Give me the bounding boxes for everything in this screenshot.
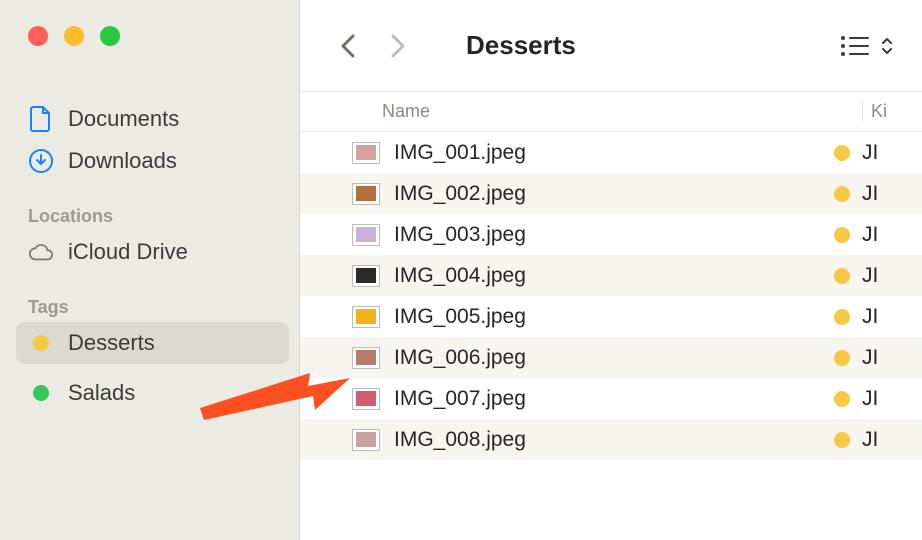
file-thumbnail-icon <box>352 347 380 369</box>
file-thumbnail-icon <box>352 224 380 246</box>
tag-dot-icon <box>834 391 850 407</box>
file-row[interactable]: IMG_006.jpeg JI <box>300 337 922 378</box>
file-kind: JI <box>862 305 892 329</box>
main-pane: Desserts Name Ki IMG_001.jpegJIIMG_002.j… <box>300 0 922 540</box>
file-row[interactable]: IMG_005.jpeg JI <box>300 296 922 337</box>
file-thumbnail-icon <box>352 306 380 328</box>
document-icon <box>28 106 54 132</box>
file-kind: JI <box>862 264 892 288</box>
sidebar-section-locations: Locations <box>16 182 289 231</box>
tag-dot-icon <box>834 145 850 161</box>
column-header-name[interactable]: Name <box>382 101 430 122</box>
file-kind: JI <box>862 428 892 452</box>
file-name: IMG_007.jpeg <box>394 387 526 411</box>
file-name: IMG_006.jpeg <box>394 346 526 370</box>
traffic-lights <box>28 26 120 46</box>
download-icon <box>28 148 54 174</box>
file-kind: JI <box>862 387 892 411</box>
chevron-left-icon <box>339 32 357 60</box>
finder-window: Documents Downloads Locations iCloud Dri… <box>0 0 922 540</box>
titlebar <box>0 0 299 72</box>
tag-dot-icon <box>834 227 850 243</box>
zoom-button[interactable] <box>100 26 120 46</box>
sidebar: Documents Downloads Locations iCloud Dri… <box>0 0 300 540</box>
sidebar-tag-salads[interactable]: Salads <box>16 372 289 414</box>
file-name: IMG_003.jpeg <box>394 223 526 247</box>
file-name: IMG_001.jpeg <box>394 141 526 165</box>
sidebar-item-label: Salads <box>68 380 135 406</box>
view-mode-button[interactable] <box>840 35 894 57</box>
file-kind: JI <box>862 141 892 165</box>
tag-dot-icon <box>834 186 850 202</box>
file-kind: JI <box>862 223 892 247</box>
file-kind: JI <box>862 346 892 370</box>
sidebar-item-label: iCloud Drive <box>68 239 188 265</box>
close-button[interactable] <box>28 26 48 46</box>
list-view-icon <box>840 35 870 57</box>
file-row[interactable]: IMG_003.jpeg JI <box>300 214 922 255</box>
sidebar-list: Documents Downloads Locations iCloud Dri… <box>0 72 299 414</box>
forward-button[interactable] <box>378 26 418 66</box>
file-thumbnail-icon <box>352 388 380 410</box>
column-header-row: Name Ki <box>300 92 922 132</box>
back-button[interactable] <box>328 26 368 66</box>
sidebar-item-downloads[interactable]: Downloads <box>16 140 289 182</box>
file-thumbnail-icon <box>352 142 380 164</box>
file-list: IMG_001.jpegJIIMG_002.jpegJIIMG_003.jpeg… <box>300 132 922 460</box>
cloud-icon <box>28 239 54 265</box>
toolbar: Desserts <box>300 0 922 92</box>
file-name: IMG_002.jpeg <box>394 182 526 206</box>
file-thumbnail-icon <box>352 429 380 451</box>
file-row[interactable]: IMG_001.jpeg JI <box>300 132 922 173</box>
file-row[interactable]: IMG_008.jpeg JI <box>300 419 922 460</box>
file-name: IMG_004.jpeg <box>394 264 526 288</box>
file-name: IMG_005.jpeg <box>394 305 526 329</box>
sidebar-item-documents[interactable]: Documents <box>16 98 289 140</box>
file-thumbnail-icon <box>352 183 380 205</box>
file-kind: JI <box>862 182 892 206</box>
tag-dot-icon <box>834 350 850 366</box>
sidebar-tag-desserts[interactable]: Desserts <box>16 322 289 364</box>
tag-dot-icon <box>834 268 850 284</box>
window-title: Desserts <box>466 30 576 61</box>
tag-dot-icon <box>28 330 54 356</box>
tag-dot-icon <box>834 432 850 448</box>
file-row[interactable]: IMG_007.jpeg JI <box>300 378 922 419</box>
file-row[interactable]: IMG_004.jpeg JI <box>300 255 922 296</box>
sidebar-item-label: Desserts <box>68 330 155 356</box>
file-row[interactable]: IMG_002.jpeg JI <box>300 173 922 214</box>
minimize-button[interactable] <box>64 26 84 46</box>
column-header-kind[interactable]: Ki <box>862 101 892 122</box>
chevron-right-icon <box>389 32 407 60</box>
sidebar-item-icloud[interactable]: iCloud Drive <box>16 231 289 273</box>
sidebar-section-tags: Tags <box>16 273 289 322</box>
tag-dot-icon <box>834 309 850 325</box>
sidebar-item-label: Documents <box>68 106 179 132</box>
file-thumbnail-icon <box>352 265 380 287</box>
sidebar-item-label: Downloads <box>68 148 177 174</box>
tag-dot-icon <box>28 380 54 406</box>
chevron-up-down-icon <box>880 35 894 57</box>
file-name: IMG_008.jpeg <box>394 428 526 452</box>
